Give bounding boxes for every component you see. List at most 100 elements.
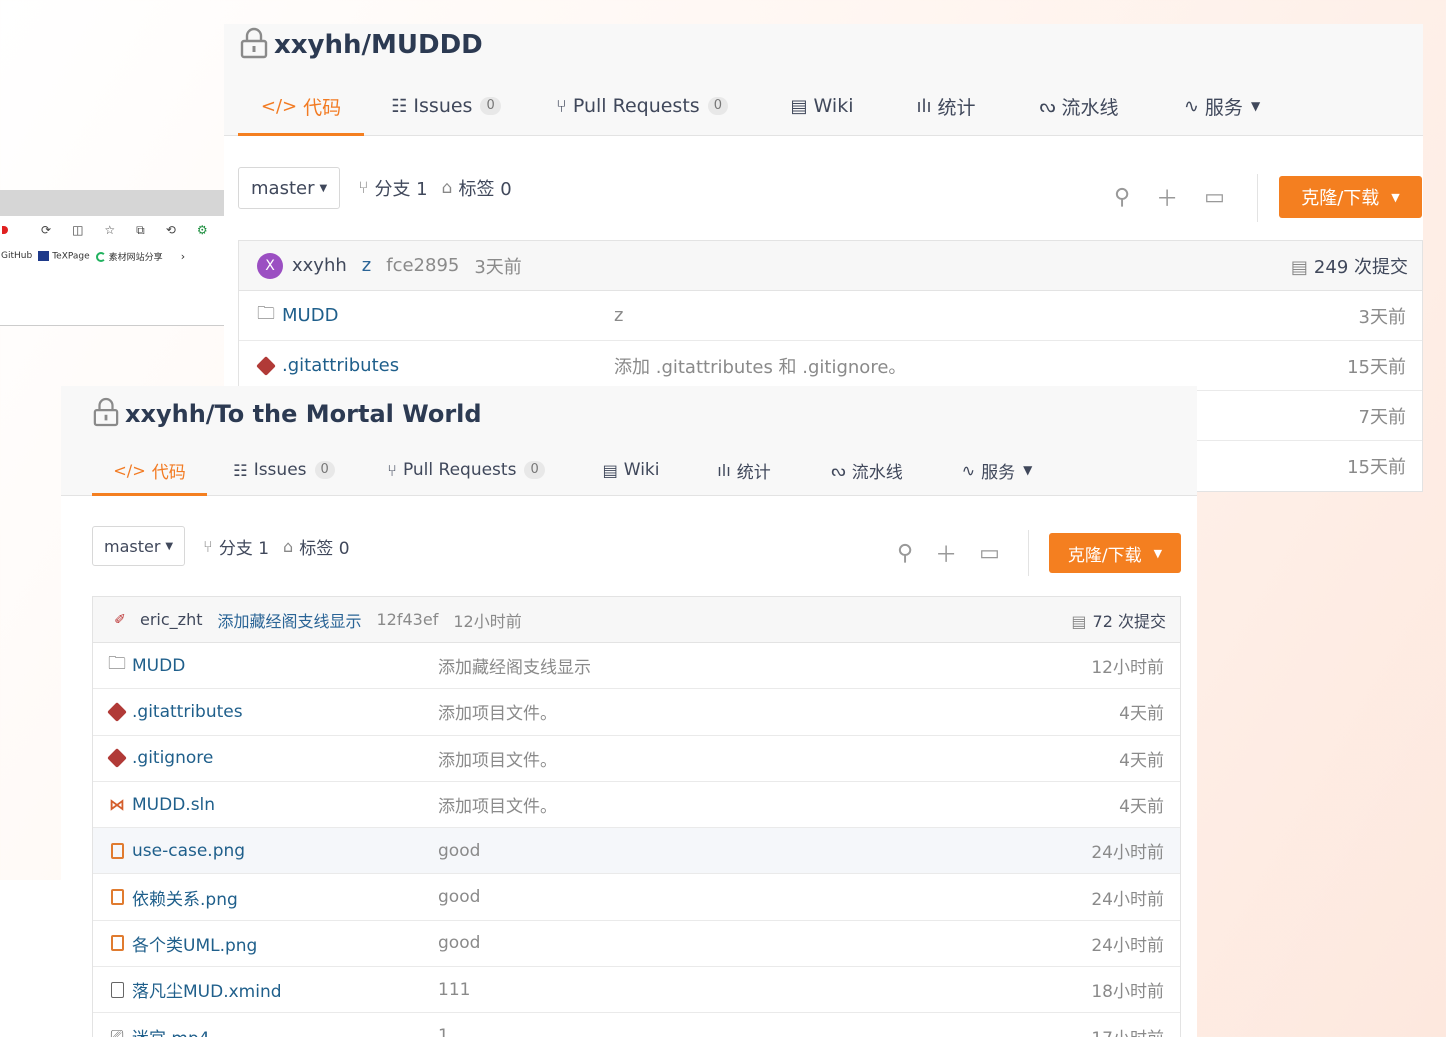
avatar[interactable]: ✐ bbox=[109, 609, 131, 631]
commit-message[interactable]: z bbox=[362, 255, 371, 276]
refresh-icon[interactable]: ⟳ bbox=[41, 223, 51, 237]
file-name[interactable]: use-case.png bbox=[132, 841, 245, 861]
bookmark-texpage[interactable]: TeXPage bbox=[38, 250, 90, 261]
issues-count-badge: 0 bbox=[480, 97, 501, 115]
branch-select[interactable]: master ▼ bbox=[238, 167, 341, 209]
commits-icon: ▤ bbox=[1071, 611, 1087, 631]
clone-download-button[interactable]: 克隆/下载 ▼ bbox=[1049, 533, 1181, 573]
tab-issues[interactable]: ☷ Issues 0 bbox=[207, 445, 361, 495]
plus-icon[interactable]: ＋ bbox=[935, 537, 957, 569]
file-commit-message[interactable]: 添加藏经阁支线显示 bbox=[438, 653, 591, 678]
file-commit-message[interactable]: 添加 .gitattributes 和 .gitignore。 bbox=[614, 353, 906, 379]
file-commit-message[interactable]: 添加项目文件。 bbox=[438, 699, 557, 724]
avatar[interactable]: X bbox=[257, 252, 283, 279]
commit-message[interactable]: 添加藏经阁支线显示 bbox=[217, 608, 361, 632]
tab-wiki[interactable]: ▤ Wiki bbox=[571, 445, 691, 495]
clone-download-button[interactable]: 克隆/下载 ▼ bbox=[1279, 176, 1422, 218]
file-commit-message[interactable]: 111 bbox=[438, 980, 470, 1000]
chevron-right-icon[interactable]: › bbox=[181, 250, 185, 263]
split-screen-icon[interactable]: ◫ bbox=[72, 223, 83, 237]
file-commit-message[interactable]: 1 bbox=[438, 1026, 449, 1037]
file-commit-message[interactable]: good bbox=[438, 887, 480, 907]
file-time: 15天前 bbox=[1347, 356, 1406, 378]
search-icon[interactable]: ⚲ bbox=[897, 541, 913, 566]
file-commit-message[interactable]: z bbox=[614, 305, 623, 326]
tab-label: Wiki bbox=[623, 460, 660, 480]
tab-code[interactable]: </> 代码 bbox=[92, 445, 207, 496]
file-row[interactable]: ⎚ 迷宫.mp4 1 17小时前 bbox=[93, 1013, 1180, 1037]
commit-sha[interactable]: fce2895 bbox=[386, 255, 459, 276]
tab-label: 统计 bbox=[937, 96, 976, 119]
file-time: 18小时前 bbox=[1091, 982, 1164, 1003]
commit-author[interactable]: eric_zht bbox=[140, 610, 202, 629]
extension-icon[interactable]: ⚙ bbox=[197, 223, 208, 237]
commit-count[interactable]: ▤ 249 次提交 bbox=[1291, 253, 1408, 279]
monitor-icon[interactable]: ▭ bbox=[1204, 185, 1225, 210]
repo-title[interactable]: xxyhh/To the Mortal World bbox=[125, 400, 482, 428]
tab-stats[interactable]: ılı 统计 bbox=[888, 77, 1004, 135]
file-row[interactable]: 落凡尘MUD.xmind 111 18小时前 bbox=[93, 967, 1180, 1014]
tags-link[interactable]: ⌂ 标签 0 bbox=[442, 175, 512, 201]
file-row[interactable]: 各个类UML.png good 24小时前 bbox=[93, 921, 1180, 968]
pulse-icon: ∿ bbox=[1183, 95, 1199, 117]
bookmark-github[interactable]: GitHub bbox=[1, 251, 32, 261]
file-row[interactable]: 依赖关系.png good 24小时前 bbox=[93, 874, 1180, 921]
tab-pipeline[interactable]: ᔓ 流水线 bbox=[1004, 77, 1154, 135]
file-name[interactable]: .gitattributes bbox=[282, 355, 399, 376]
file-row[interactable]: ⋈ MUDD.sln 添加项目文件。 4天前 bbox=[93, 782, 1180, 829]
tab-services[interactable]: ∿ 服务 ▼ bbox=[937, 445, 1057, 495]
bar-chart-icon: ılı bbox=[916, 95, 932, 117]
browser-toolbar: ⟳ ◫ ☆ ⧉ ⟲ ⚙ bbox=[0, 216, 224, 244]
file-row[interactable]: .gitattributes 添加项目文件。 4天前 bbox=[93, 689, 1180, 736]
monitor-icon[interactable]: ▭ bbox=[979, 541, 1000, 566]
file-name[interactable]: .gitignore bbox=[132, 748, 213, 768]
history-icon[interactable]: ⟲ bbox=[166, 223, 176, 237]
bookmark-material-sites[interactable]: 素材网站分享 bbox=[95, 250, 163, 263]
commit-sha[interactable]: 12f43ef bbox=[377, 610, 439, 629]
tab-pull-requests[interactable]: ⑂ Pull Requests 0 bbox=[528, 77, 756, 135]
repo-toolbar: master ▼ ⑂ 分支 1 ⌂ 标签 0 ⚲ ＋ ▭ 克隆/下载 ▼ bbox=[61, 496, 1197, 596]
file-commit-message[interactable]: 添加项目文件。 bbox=[438, 792, 557, 817]
file-name[interactable]: 落凡尘MUD.xmind bbox=[132, 977, 282, 1002]
file-row[interactable]: .gitattributes 添加 .gitattributes 和 .giti… bbox=[239, 341, 1422, 391]
tab-pull-requests[interactable]: ⑂ Pull Requests 0 bbox=[361, 445, 571, 495]
file-row[interactable]: use-case.png good 24小时前 bbox=[93, 828, 1180, 875]
tags-link[interactable]: ⌂ 标签 0 bbox=[283, 534, 349, 559]
file-row[interactable]: 🗀 MUDD 添加藏经阁支线显示 12小时前 bbox=[93, 643, 1180, 690]
file-row[interactable]: 🗀 MUDD z 3天前 bbox=[239, 291, 1422, 341]
file-name[interactable]: MUDD bbox=[132, 656, 185, 676]
repo-title[interactable]: xxyhh/MUDDD bbox=[274, 30, 483, 60]
collections-icon[interactable]: ⧉ bbox=[136, 223, 145, 238]
commit-count[interactable]: ▤ 72 次提交 bbox=[1071, 608, 1166, 632]
file-commit-message[interactable]: good bbox=[438, 933, 480, 953]
search-icon[interactable]: ⚲ bbox=[1114, 185, 1130, 210]
branch-select[interactable]: master ▼ bbox=[92, 526, 186, 566]
plus-icon[interactable]: ＋ bbox=[1156, 181, 1178, 213]
file-commit-message[interactable]: 添加项目文件。 bbox=[438, 746, 557, 771]
file-row[interactable]: .gitignore 添加项目文件。 4天前 bbox=[93, 736, 1180, 782]
tab-pipeline[interactable]: ᔓ 流水线 bbox=[797, 445, 937, 495]
branches-link[interactable]: ⑂ 分支 1 bbox=[203, 534, 269, 559]
tag-icon: ⌂ bbox=[283, 536, 294, 556]
tab-services[interactable]: ∿ 服务 ▼ bbox=[1154, 77, 1290, 135]
favorites-icon[interactable]: ☆ bbox=[104, 223, 115, 237]
commit-author[interactable]: xxyhh bbox=[292, 255, 347, 276]
file-name[interactable]: 依赖关系.png bbox=[132, 885, 238, 910]
file-name[interactable]: 各个类UML.png bbox=[132, 931, 257, 956]
tab-issues[interactable]: ☷ Issues 0 bbox=[364, 77, 528, 135]
browser-extension-icon[interactable] bbox=[2, 226, 8, 234]
file-time: 24小时前 bbox=[1091, 889, 1164, 910]
branches-link[interactable]: ⑂ 分支 1 bbox=[358, 175, 427, 201]
tab-stats[interactable]: ılı 统计 bbox=[691, 445, 797, 495]
file-name[interactable]: 迷宫.mp4 bbox=[132, 1024, 210, 1037]
file-name[interactable]: MUDD bbox=[282, 305, 338, 326]
file-name[interactable]: MUDD.sln bbox=[132, 795, 215, 815]
tab-code[interactable]: </> 代码 bbox=[238, 77, 364, 136]
clone-label: 克隆/下载 bbox=[1301, 188, 1380, 209]
file-name[interactable]: .gitattributes bbox=[132, 702, 243, 722]
file-time: 12小时前 bbox=[1091, 658, 1164, 679]
tab-wiki[interactable]: ▤ Wiki bbox=[756, 77, 888, 135]
file-commit-message[interactable]: good bbox=[438, 841, 480, 861]
caret-down-icon: ▼ bbox=[1250, 99, 1261, 113]
bookmarks-bar: GitHub TeXPage 素材网站分享 › bbox=[0, 244, 224, 268]
